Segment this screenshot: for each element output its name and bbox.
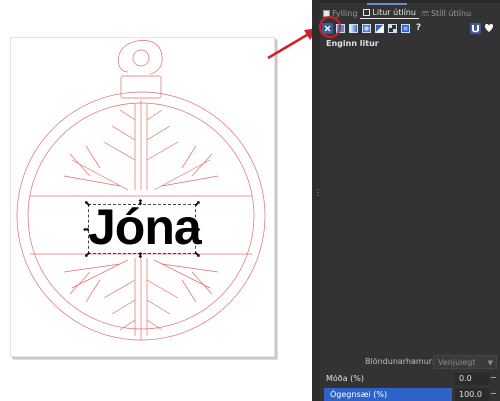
blend-mode-label: Blöndunarhamur: (365, 357, 435, 366)
blend-mode-value: Venjulegt (438, 358, 476, 367)
blur-row: Móða (%) 0.0 − (320, 373, 500, 385)
paint-status-label: Enginn litur (326, 39, 379, 48)
tab-stroke-style[interactable]: Stíll útlínu (419, 7, 474, 19)
fill-rule-nonzero-icon[interactable] (484, 23, 494, 33)
chevron-down-icon: ▼ (487, 359, 493, 367)
tab-fill-label: Fylling (332, 8, 358, 18)
unset-paint-button[interactable]: ? (413, 23, 424, 34)
tab-stroke-style-label: Stíll útlínu (430, 8, 472, 18)
tab-stroke-paint[interactable]: Litur útlínu (360, 7, 419, 19)
mesh-gradient-icon (375, 23, 384, 33)
opacity-row: Ógegnsæi (%) 100.0 − (320, 388, 500, 401)
annotation-circle (319, 16, 341, 38)
ornament-loop (117, 40, 163, 75)
opacity-input[interactable]: 100.0 (455, 388, 489, 401)
paint-type-toolbar: ? (322, 21, 498, 35)
tab-indicator (367, 3, 407, 5)
ornament-cap (120, 75, 162, 99)
blend-mode-row: Blöndunarhamur: Venjulegt ▼ (320, 355, 500, 369)
blur-label: Móða (%) (326, 374, 364, 383)
handle-bottom[interactable]: ⬍ (137, 252, 144, 260)
fill-stroke-panel: Fylling Litur útlínu Stíll útlínu ? Engi… (320, 0, 500, 401)
mesh-gradient-button[interactable] (374, 23, 385, 34)
panel-tabs: Fylling Litur útlínu Stíll útlínu (320, 7, 500, 19)
blur-input[interactable]: 0.0 (455, 373, 489, 385)
handle-bottom-right[interactable]: ⬊ (194, 251, 201, 259)
pattern-button[interactable] (387, 23, 398, 34)
swatch-button[interactable] (400, 23, 411, 34)
handle-right[interactable]: ⬌ (194, 226, 201, 234)
snowflake-upper (63, 100, 219, 191)
ornament-loop-hole (132, 49, 150, 67)
swatch-icon (401, 23, 410, 33)
blend-mode-select[interactable]: Venjulegt ▼ (433, 355, 497, 369)
linear-gradient-icon (349, 23, 358, 33)
stroke-style-icon (421, 11, 429, 15)
fill-rule-group (470, 21, 494, 35)
opacity-slider[interactable]: Ógegnsæi (%) (324, 388, 452, 401)
question-mark-icon: ? (415, 23, 422, 33)
stroke-square-icon (363, 9, 371, 16)
handle-top[interactable]: ⬍ (137, 199, 144, 207)
fill-rule-evenodd-icon[interactable] (470, 22, 481, 34)
opacity-label: Ógegnsæi (%) (330, 390, 388, 399)
handle-top-right[interactable]: ⬈ (194, 200, 201, 208)
radial-gradient-button[interactable] (361, 23, 372, 34)
text-object[interactable]: Jóna (88, 200, 202, 254)
handle-top-left[interactable]: ⬉ (84, 200, 91, 208)
opacity-decrement-button[interactable]: − (490, 389, 497, 398)
handle-bottom-left[interactable]: ⬋ (84, 251, 91, 259)
radial-gradient-icon (362, 23, 371, 33)
panel-splitter[interactable]: ⋮ (312, 0, 322, 401)
linear-gradient-button[interactable] (348, 23, 359, 34)
drawing-canvas[interactable]: Jóna ⬉ ⬍ ⬈ ⬌ ⬌ ⬋ ⬍ ⬊ (0, 0, 318, 401)
pattern-icon (388, 23, 397, 33)
tab-stroke-paint-label: Litur útlínu (372, 8, 416, 17)
blur-decrement-button[interactable]: − (490, 373, 497, 382)
panel-header-strip (320, 0, 500, 3)
handle-left[interactable]: ⬌ (83, 226, 90, 234)
